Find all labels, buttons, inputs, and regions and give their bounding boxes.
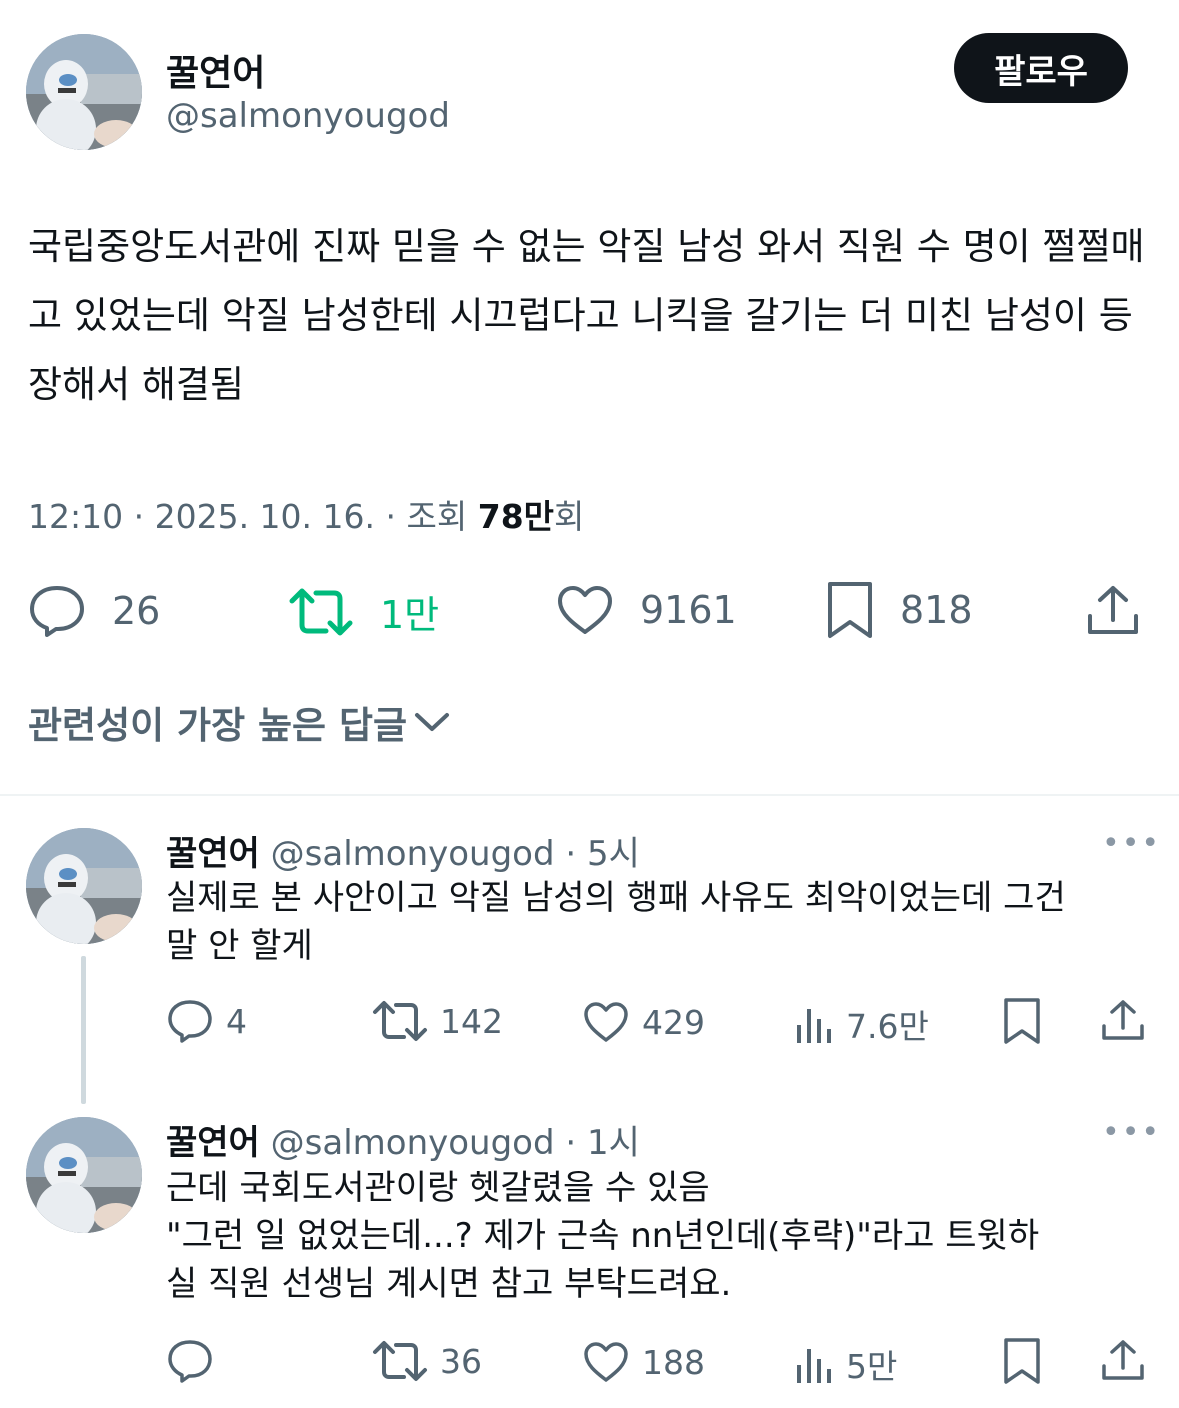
avatar-image bbox=[26, 1117, 142, 1233]
retweet-count: 1만 bbox=[380, 593, 440, 637]
reply-author-name[interactable]: 꿀연어 bbox=[166, 1123, 260, 1163]
retweet-stat[interactable]: 1만 bbox=[288, 584, 439, 639]
reply-icon bbox=[168, 1340, 212, 1383]
reply-stat[interactable]: 4 bbox=[166, 998, 247, 1044]
divider bbox=[0, 794, 1179, 796]
bookmark-count: 818 bbox=[900, 588, 973, 632]
replies-sort-label: 관련성이 가장 높은 답글 bbox=[28, 704, 408, 747]
avatar-image bbox=[26, 828, 142, 944]
reply-time[interactable]: · 1시 bbox=[565, 1123, 640, 1163]
views-count: 78만 bbox=[477, 497, 555, 536]
follow-button-label: 팔로우 bbox=[994, 51, 1088, 92]
reply-header: 꿀연어 @salmonyougod · 1시 bbox=[166, 1115, 640, 1164]
like-stat[interactable]: 429 bbox=[582, 1000, 705, 1044]
share-icon bbox=[1102, 1000, 1144, 1040]
retweet-icon bbox=[373, 1341, 427, 1381]
thread-line bbox=[81, 956, 86, 1104]
bookmark-stat[interactable] bbox=[1002, 1336, 1042, 1386]
author-name[interactable]: 꿀연어 bbox=[166, 44, 265, 96]
reply-count: 4 bbox=[226, 1001, 247, 1041]
share-stat[interactable] bbox=[1100, 1338, 1146, 1382]
like-stat[interactable]: 9161 bbox=[556, 584, 737, 636]
tweet-text: 국립중앙도서관에 진짜 믿을 수 없는 악질 남성 와서 직원 수 명이 쩔쩔매… bbox=[28, 225, 1145, 406]
replies-sort-dropdown[interactable]: 관련성이 가장 높은 답글 bbox=[28, 695, 451, 749]
reply-avatar[interactable] bbox=[26, 828, 142, 944]
reply-text-line: 실 직원 선생님 계시면 참고 부탁드려요. bbox=[166, 1264, 732, 1304]
bookmark-icon bbox=[828, 582, 872, 638]
tweet-meta: 12:10 · 2025. 10. 16. · 조회 78만회 bbox=[28, 497, 585, 536]
like-stat[interactable]: 188 bbox=[582, 1340, 705, 1384]
like-count: 188 bbox=[642, 1342, 705, 1382]
retweet-count: 142 bbox=[440, 1001, 503, 1041]
share-icon bbox=[1102, 1340, 1144, 1380]
reply-avatar[interactable] bbox=[26, 1117, 142, 1233]
views-label: 조회 bbox=[406, 497, 468, 536]
avatar[interactable] bbox=[26, 34, 142, 150]
retweet-count: 36 bbox=[440, 1341, 482, 1381]
reply-time[interactable]: · 5시 bbox=[565, 834, 640, 874]
follow-button[interactable]: 팔로우 bbox=[954, 33, 1128, 103]
reply-icon bbox=[168, 1000, 212, 1043]
bookmark-icon bbox=[1004, 1338, 1040, 1384]
bookmark-stat[interactable]: 818 bbox=[826, 580, 973, 640]
reply-text-line: 실제로 본 사안이고 악질 남성의 행패 사유도 최악이었는데 그건 bbox=[166, 878, 1066, 918]
analytics-icon bbox=[797, 1349, 831, 1383]
reply-author-handle[interactable]: @salmonyougod bbox=[271, 834, 555, 874]
views-stat[interactable]: 7.6만 bbox=[794, 1000, 929, 1048]
reply-text: 근데 국회도서관이랑 헷갈렸을 수 있음 "그런 일 없었는데...? 제가 근… bbox=[166, 1164, 1156, 1308]
reply-stat[interactable] bbox=[166, 1338, 226, 1384]
reply-text-line: "그런 일 없었는데...? 제가 근속 nn년인데(후략)"라고 트윗하 bbox=[166, 1216, 1040, 1256]
avatar-image bbox=[26, 34, 142, 150]
reply-header: 꿀연어 @salmonyougod · 5시 bbox=[166, 826, 640, 875]
reply-author-handle[interactable]: @salmonyougod bbox=[271, 1123, 555, 1163]
reply-count: 26 bbox=[112, 589, 161, 633]
more-icon[interactable]: ••• bbox=[1102, 1115, 1161, 1150]
like-count: 9161 bbox=[640, 588, 737, 632]
heart-icon bbox=[558, 586, 612, 634]
chevron-down-icon bbox=[415, 713, 450, 731]
views-count: 7.6만 bbox=[846, 1007, 929, 1046]
reply-text-line: 말 안 할게 bbox=[166, 926, 313, 966]
retweet-stat[interactable]: 142 bbox=[372, 1000, 503, 1042]
views-suffix: 회 bbox=[554, 497, 585, 536]
share-icon bbox=[1088, 586, 1138, 634]
reply-icon bbox=[30, 586, 84, 637]
bookmark-icon bbox=[1004, 998, 1040, 1044]
tweet-date[interactable]: 2025. 10. 16. bbox=[155, 497, 375, 536]
heart-icon bbox=[584, 1342, 628, 1382]
views-stat[interactable]: 5만 bbox=[794, 1340, 897, 1388]
tweet-time[interactable]: 12:10 bbox=[28, 497, 123, 536]
retweet-icon bbox=[373, 1001, 427, 1041]
author-handle[interactable]: @salmonyougod bbox=[166, 96, 450, 136]
retweet-icon bbox=[289, 588, 353, 635]
like-count: 429 bbox=[642, 1002, 705, 1042]
reply-text: 실제로 본 사안이고 악질 남성의 행패 사유도 최악이었는데 그건 말 안 할… bbox=[166, 874, 1156, 970]
retweet-stat[interactable]: 36 bbox=[372, 1340, 482, 1382]
reply-text-line: 근데 국회도서관이랑 헷갈렸을 수 있음 bbox=[166, 1168, 710, 1208]
analytics-icon bbox=[797, 1009, 831, 1043]
heart-icon bbox=[584, 1002, 628, 1042]
views-count: 5만 bbox=[846, 1347, 898, 1386]
share-stat[interactable] bbox=[1100, 998, 1146, 1042]
share-stat[interactable] bbox=[1086, 584, 1140, 636]
reply-stat[interactable]: 26 bbox=[28, 584, 160, 638]
bookmark-stat[interactable] bbox=[1002, 996, 1042, 1046]
more-icon[interactable]: ••• bbox=[1102, 826, 1161, 861]
reply-author-name[interactable]: 꿀연어 bbox=[166, 834, 260, 874]
